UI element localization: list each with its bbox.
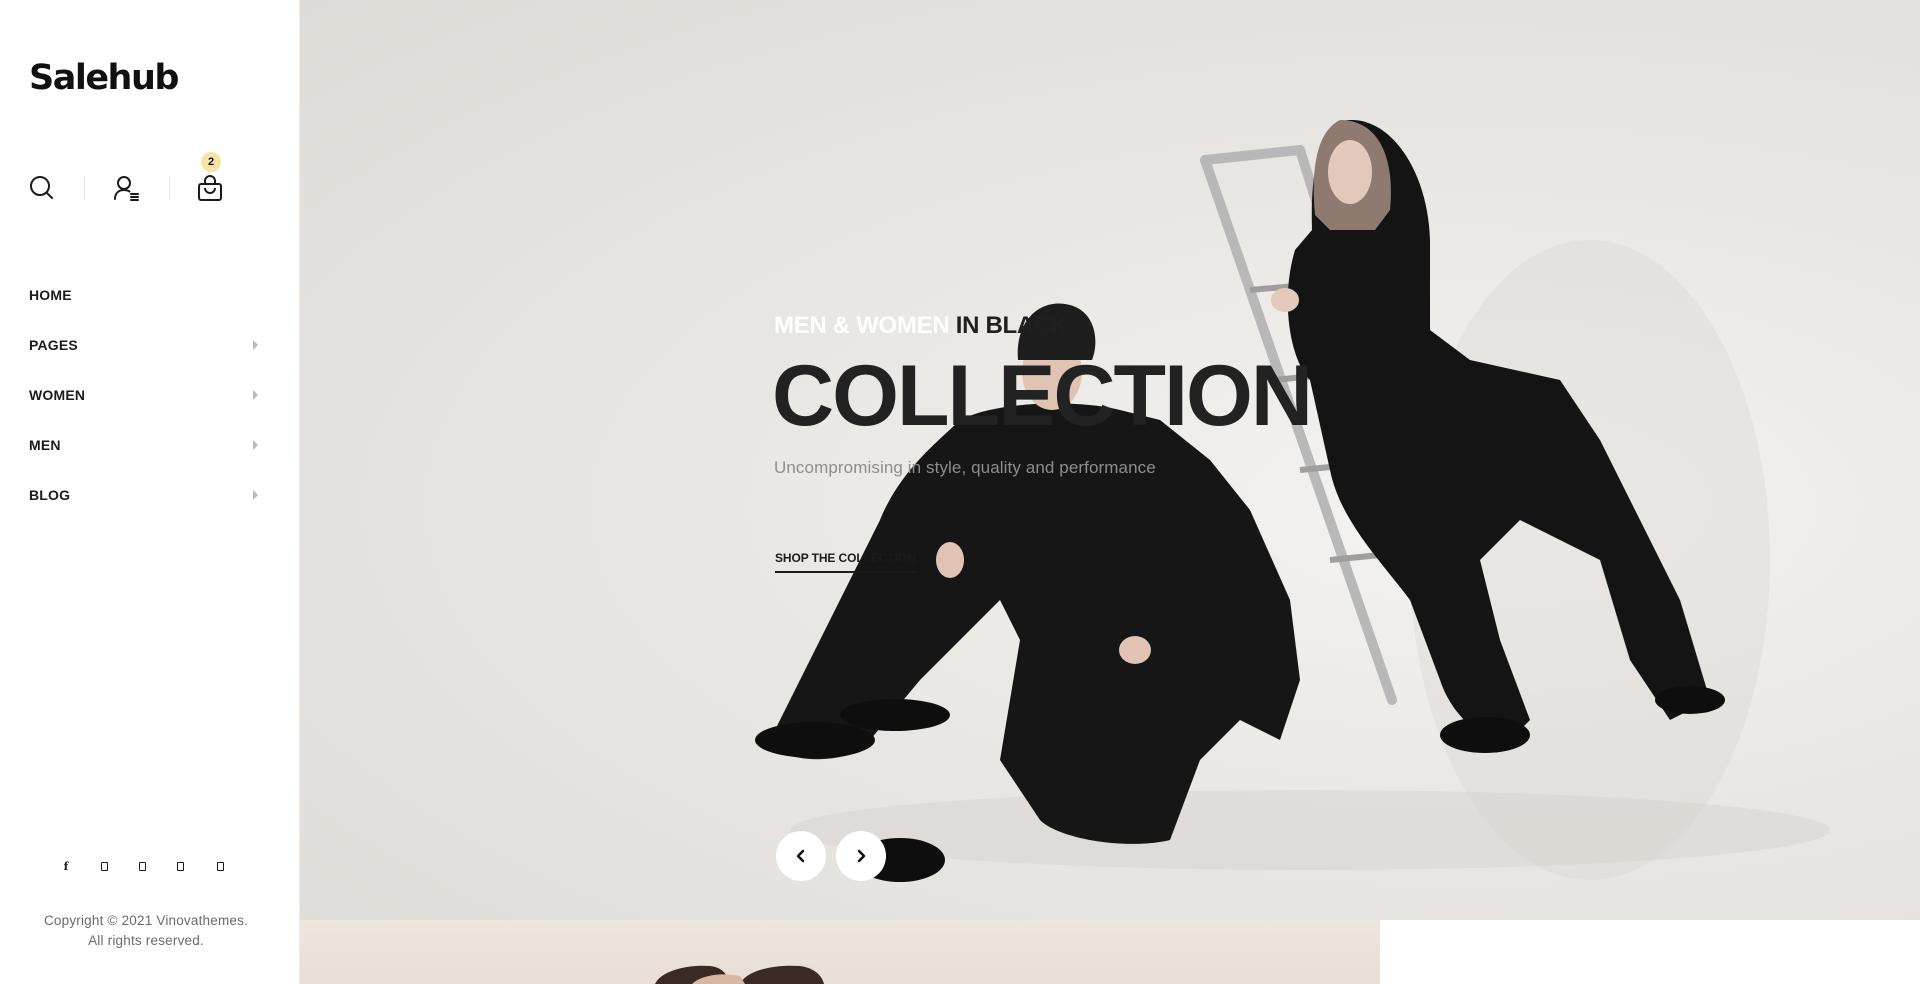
hero-eyebrow: MEN & WOMEN IN BLACK bbox=[774, 312, 1068, 340]
shop-collection-link[interactable]: SHOP THE COLLECTION bbox=[775, 551, 916, 573]
sidebar: Salehub 2 HOME PAGES WOMEN MEN BLOG f Co… bbox=[0, 0, 300, 984]
header-actions: 2 bbox=[28, 152, 238, 206]
pinterest-icon[interactable] bbox=[170, 856, 190, 876]
copyright: Copyright © 2021 Vinovathemes. All right… bbox=[0, 911, 292, 951]
nav-item-home[interactable]: HOME bbox=[29, 270, 261, 320]
instagram-icon[interactable] bbox=[132, 856, 152, 876]
chevron-left-icon bbox=[796, 849, 805, 863]
copyright-line: All rights reserved. bbox=[88, 933, 204, 948]
facebook-icon[interactable]: f bbox=[56, 856, 76, 876]
account-icon[interactable] bbox=[112, 174, 140, 202]
nav-item-women[interactable]: WOMEN bbox=[29, 370, 261, 420]
caret-right-icon bbox=[253, 440, 258, 450]
main-nav: HOME PAGES WOMEN MEN BLOG bbox=[29, 270, 261, 520]
twitter-icon[interactable] bbox=[94, 856, 114, 876]
nav-item-label: HOME bbox=[29, 287, 72, 303]
caret-right-icon bbox=[253, 490, 258, 500]
shopping-bag-icon[interactable] bbox=[196, 174, 224, 202]
hero-title: COLLECTION bbox=[772, 348, 1313, 444]
nav-item-pages[interactable]: PAGES bbox=[29, 320, 261, 370]
copyright-line: Copyright © 2021 Vinovathemes. bbox=[43, 913, 249, 928]
hero-subtitle: Uncompromising in style, quality and per… bbox=[774, 458, 1156, 477]
hero-eyebrow-highlight: MEN & WOMEN bbox=[774, 312, 950, 339]
hero-eyebrow-text: IN BLACK bbox=[955, 312, 1069, 339]
nav-item-label: WOMEN bbox=[29, 387, 86, 403]
nav-item-label: MEN bbox=[29, 437, 61, 453]
nav-item-label: PAGES bbox=[29, 337, 78, 353]
nav-item-men[interactable]: MEN bbox=[29, 420, 261, 470]
youtube-icon[interactable] bbox=[210, 856, 230, 876]
header-divider bbox=[169, 176, 170, 200]
nav-item-label: BLOG bbox=[29, 487, 71, 503]
brand-logo[interactable]: Salehub bbox=[29, 58, 179, 98]
social-links: f bbox=[56, 856, 246, 876]
search-icon[interactable] bbox=[28, 174, 56, 202]
slider-prev-button[interactable] bbox=[776, 831, 826, 881]
slider-next-button[interactable] bbox=[836, 831, 886, 881]
chevron-right-icon bbox=[857, 849, 866, 863]
caret-right-icon bbox=[253, 390, 258, 400]
next-section-image bbox=[300, 920, 1380, 984]
caret-right-icon bbox=[253, 340, 258, 350]
cart-count-badge: 2 bbox=[201, 152, 221, 172]
header-divider bbox=[84, 176, 85, 200]
nav-item-blog[interactable]: BLOG bbox=[29, 470, 261, 520]
hero-slider: MEN & WOMEN IN BLACK COLLECTION Uncompro… bbox=[300, 0, 1920, 920]
